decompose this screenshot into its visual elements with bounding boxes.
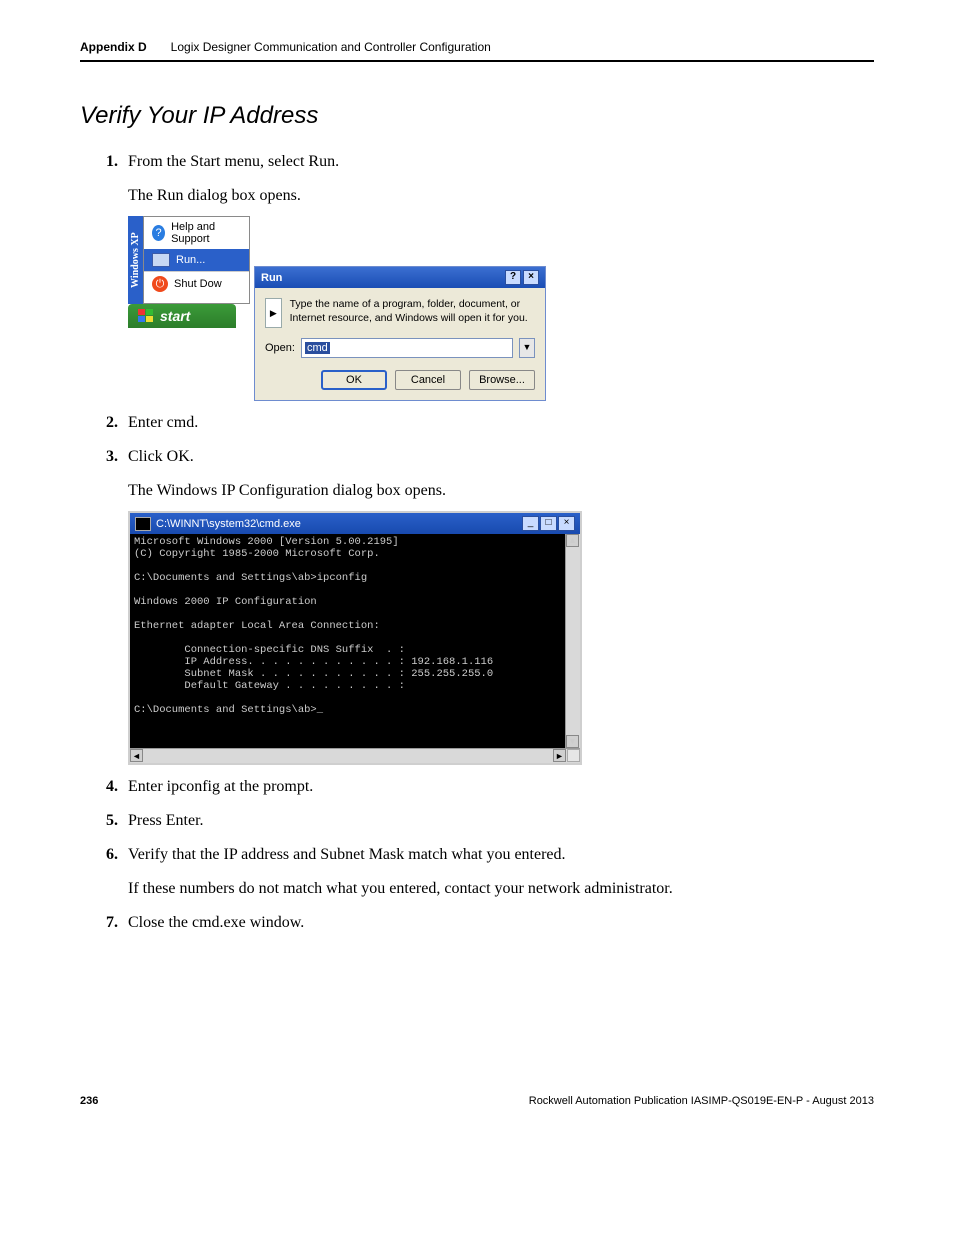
- run-dialog-description: Type the name of a program, folder, docu…: [290, 298, 535, 328]
- cmd-titlebar: C:\WINNT\system32\cmd.exe _ □ ×: [130, 513, 580, 534]
- start-menu-column: ? Help and Support Run... ⏻ Shut Dow: [143, 216, 250, 304]
- dialog-help-button[interactable]: ?: [505, 270, 521, 285]
- step-3: 3. Click OK.: [100, 445, 874, 469]
- run-dialog-titlebar: Run ? ×: [255, 267, 545, 288]
- section-title: Verify Your IP Address: [80, 102, 874, 130]
- appendix-title: Logix Designer Communication and Control…: [171, 40, 491, 54]
- page-number: 236: [80, 1095, 98, 1107]
- menu-item-help[interactable]: ? Help and Support: [144, 217, 249, 249]
- menu-item-shutdown[interactable]: ⏻ Shut Dow: [144, 272, 249, 296]
- cancel-button[interactable]: Cancel: [395, 370, 461, 390]
- browse-button[interactable]: Browse...: [469, 370, 535, 390]
- step-number: 4.: [100, 775, 118, 799]
- cmd-text: Microsoft Windows 2000 [Version 5.00.219…: [134, 536, 493, 716]
- open-input-value: cmd: [305, 342, 330, 354]
- publication-line: Rockwell Automation Publication IASIMP-Q…: [529, 1095, 874, 1107]
- step-text: Close the cmd.exe window.: [128, 911, 874, 935]
- steps-list: 7. Close the cmd.exe window.: [100, 911, 874, 935]
- windows-flag-icon: [138, 309, 154, 323]
- step-number: 7.: [100, 911, 118, 935]
- run-dialog-title: Run: [261, 272, 282, 284]
- step-1: 1. From the Start menu, select Run.: [100, 150, 874, 174]
- steps-list: 2. Enter cmd. 3. Click OK.: [100, 411, 874, 469]
- step-2: 2. Enter cmd.: [100, 411, 874, 435]
- dialog-close-button[interactable]: ×: [523, 270, 539, 285]
- scroll-down-icon[interactable]: ▼: [566, 735, 579, 748]
- run-dialog: Run ? × ▶ Type the name of a program, fo…: [254, 266, 546, 401]
- step-number: 2.: [100, 411, 118, 435]
- menu-label: Run...: [176, 254, 205, 266]
- close-button[interactable]: ×: [558, 516, 575, 531]
- start-label: start: [160, 308, 190, 324]
- open-dropdown-button[interactable]: ▼: [519, 338, 535, 358]
- open-input[interactable]: cmd: [301, 338, 513, 358]
- figure-cmd-window: C:\WINNT\system32\cmd.exe _ □ × Microsof…: [128, 511, 874, 765]
- step-number: 5.: [100, 809, 118, 833]
- menu-label: Shut Dow: [174, 278, 222, 290]
- page-footer: 236 Rockwell Automation Publication IASI…: [80, 1095, 874, 1107]
- step-1-subtext: The Run dialog box opens.: [128, 184, 874, 208]
- horizontal-scrollbar[interactable]: ◄ ►: [130, 748, 580, 763]
- step-text: Press Enter.: [128, 809, 874, 833]
- scroll-up-icon[interactable]: ▲: [566, 534, 579, 547]
- start-button[interactable]: start: [128, 304, 236, 328]
- steps-list: 1. From the Start menu, select Run.: [100, 150, 874, 174]
- steps-list: 4. Enter ipconfig at the prompt. 5. Pres…: [100, 775, 874, 867]
- resize-grip-icon[interactable]: [567, 749, 580, 762]
- maximize-button[interactable]: □: [540, 516, 557, 531]
- figure-startmenu-run: Windows XP ? Help and Support Run... ⏻ S…: [128, 216, 874, 401]
- menu-item-run[interactable]: Run...: [144, 249, 249, 271]
- menu-label: Help and Support: [171, 221, 241, 245]
- scroll-right-icon[interactable]: ►: [553, 749, 566, 762]
- step-text: From the Start menu, select Run.: [128, 150, 874, 174]
- step-number: 6.: [100, 843, 118, 867]
- scroll-left-icon[interactable]: ◄: [130, 749, 143, 762]
- open-label: Open:: [265, 342, 295, 354]
- step-text: Enter ipconfig at the prompt.: [128, 775, 874, 799]
- step-number: 1.: [100, 150, 118, 174]
- step-text: Click OK.: [128, 445, 874, 469]
- run-dialog-icon: ▶: [265, 298, 282, 328]
- step-3-subtext: The Windows IP Configuration dialog box …: [128, 479, 874, 503]
- cmd-title-text: C:\WINNT\system32\cmd.exe: [156, 518, 301, 530]
- step-4: 4. Enter ipconfig at the prompt.: [100, 775, 874, 799]
- page-header: Appendix D Logix Designer Communication …: [80, 40, 874, 62]
- step-number: 3.: [100, 445, 118, 469]
- power-icon: ⏻: [152, 276, 168, 292]
- step-text: Enter cmd.: [128, 411, 874, 435]
- cmd-icon: [135, 517, 151, 531]
- step-text: Verify that the IP address and Subnet Ma…: [128, 843, 874, 867]
- appendix-label: Appendix D: [80, 40, 147, 54]
- help-icon: ?: [152, 225, 165, 241]
- step-5: 5. Press Enter.: [100, 809, 874, 833]
- vertical-scrollbar[interactable]: ▲ ▼: [565, 534, 580, 748]
- cmd-output: Microsoft Windows 2000 [Version 5.00.219…: [130, 534, 580, 748]
- step-7: 7. Close the cmd.exe window.: [100, 911, 874, 935]
- windows-xp-brand-bar: Windows XP: [128, 216, 143, 304]
- minimize-button[interactable]: _: [522, 516, 539, 531]
- ok-button[interactable]: OK: [321, 370, 387, 390]
- run-icon: [152, 253, 170, 267]
- step-6: 6. Verify that the IP address and Subnet…: [100, 843, 874, 867]
- step-6-subtext: If these numbers do not match what you e…: [128, 877, 874, 901]
